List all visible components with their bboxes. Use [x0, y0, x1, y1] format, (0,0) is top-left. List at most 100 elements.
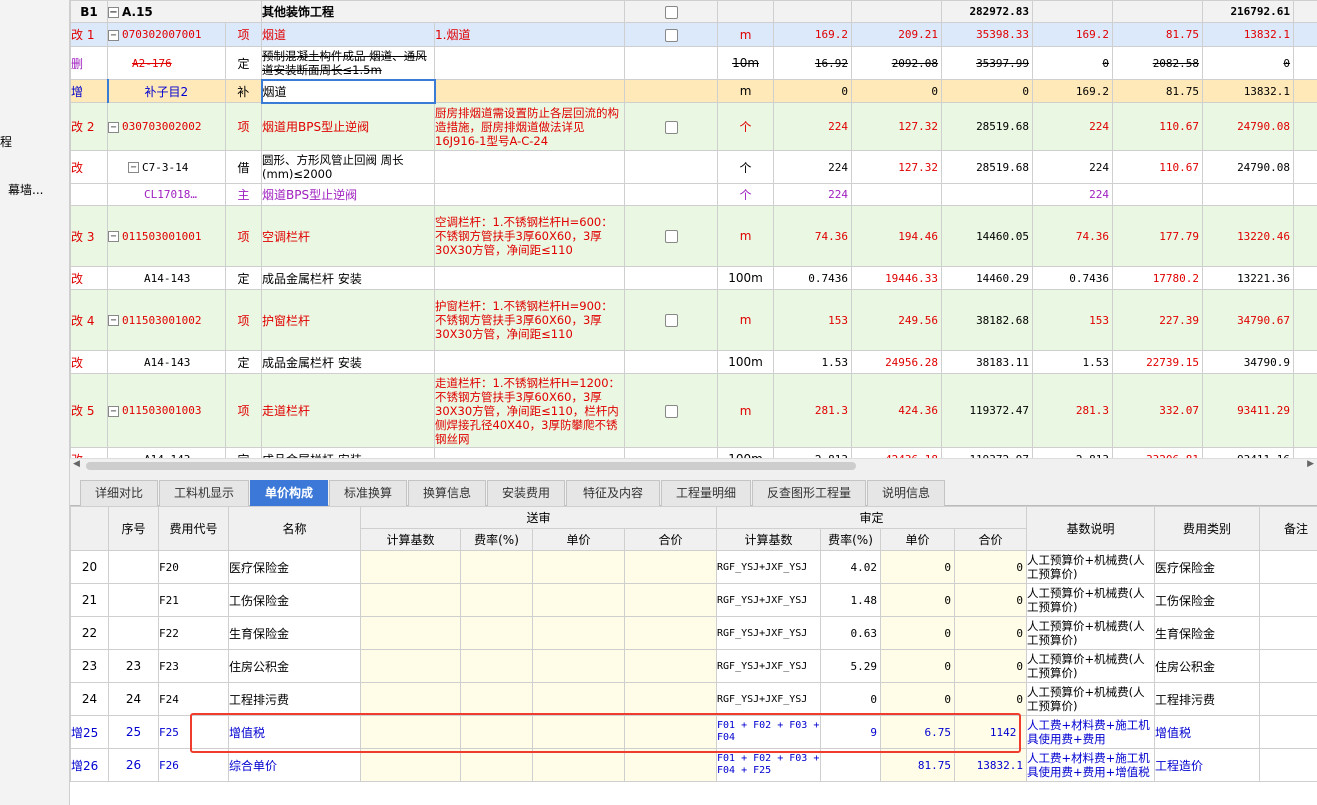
scroll-right-icon[interactable]: ▶ [1307, 459, 1314, 469]
item-name: 护窗栏杆 [261, 289, 436, 351]
row-number: 21 [70, 583, 109, 617]
table-row[interactable]: 24 24 F24 工程排污费 RGF_YSJ+JXF_YSJ 0 0 0 人工… [70, 682, 1317, 716]
left-panel-item[interactable]: 程 [0, 133, 12, 150]
send-base-cell[interactable] [360, 649, 461, 683]
table-row[interactable]: 改 5 −011503001003 项 走道栏杆 走道栏杆：1.不锈钢栏杆H=1… [70, 373, 1317, 448]
send-base-cell[interactable] [360, 715, 461, 749]
tab-description[interactable]: 说明信息 [867, 480, 945, 506]
audit-base[interactable]: RGF_YSJ+JXF_YSJ [716, 682, 822, 716]
table-row[interactable]: 改 A14-143 定 成品金属栏杆 安装 100m 0.7436 19446.… [70, 266, 1317, 290]
table-row[interactable]: 改 A14-143 定 成品金属栏杆 安装 100m 2.813 42436.1… [70, 447, 1317, 458]
table-row[interactable]: 增26 26 F26 综合单价 F01 + F02 + F03 + F04 + … [70, 748, 1317, 782]
table-row[interactable]: 20 F20 医疗保险金 RGF_YSJ+JXF_YSJ 4.02 0 0 人工… [70, 550, 1317, 584]
send-price-cell [532, 616, 625, 650]
send-rate-cell[interactable] [460, 748, 533, 782]
send-rate-cell[interactable] [460, 649, 533, 683]
table-row[interactable]: 23 23 F23 住房公积金 RGF_YSJ+JXF_YSJ 5.29 0 0… [70, 649, 1317, 683]
table-row[interactable]: 增25 25 F25 增值税 F01 + F02 + F03 + F04 9 6… [70, 715, 1317, 749]
fee-code: F24 [158, 682, 229, 716]
table-row[interactable]: 删 A2-176 定 预制混凝土构件成品 烟道、通风道安装断面周长≤1.5m 1… [70, 46, 1317, 80]
collapse-icon[interactable]: − [108, 231, 119, 242]
item-name: 烟道BPS型止逆阀 [261, 183, 436, 206]
audit-rate[interactable]: 0 [820, 682, 882, 716]
section-checkbox[interactable] [664, 5, 678, 19]
section-total-audit: 216792.61 [1202, 0, 1295, 23]
tab-reverse-lookup[interactable]: 反查图形工程量 [752, 480, 866, 506]
send-rate-cell[interactable] [460, 715, 533, 749]
item-name-editor[interactable]: 烟道 [260, 78, 436, 104]
send-quantity: 224 [773, 150, 853, 184]
collapse-icon[interactable]: − [108, 6, 119, 18]
table-row[interactable]: CL17018… 主 烟道BPS型止逆阀 个 224 224 [70, 183, 1317, 206]
item-feature: 空调栏杆：1.不锈钢栏杆H=600：不锈钢方管扶手3厚60X60，3厚30X30… [434, 205, 626, 267]
row-number: 22 [70, 616, 109, 650]
send-total: 119372.47 [941, 373, 1034, 448]
row-checkbox[interactable] [664, 404, 678, 418]
audit-rate[interactable]: 5.29 [820, 649, 882, 683]
table-row[interactable]: 改 3 −011503001001 项 空调栏杆 空调栏杆：1.不锈钢栏杆H=6… [70, 205, 1317, 267]
audit-rate[interactable]: 4.02 [820, 550, 882, 584]
table-row[interactable]: 改 − C7-3-14 借 圆形、方形风管止回阀 周长(mm)≤2000 个 22… [70, 150, 1317, 184]
audit-base[interactable]: F01 + F02 + F03 + F04 + F25 [716, 748, 822, 782]
audit-rate[interactable] [820, 748, 882, 782]
table-row[interactable]: 改 4 −011503001002 项 护窗栏杆 护窗栏杆：1.不锈钢栏杆H=9… [70, 289, 1317, 351]
tab-labor-material[interactable]: 工料机显示 [159, 480, 249, 506]
fee-code: F23 [158, 649, 229, 683]
scrollbar-thumb[interactable] [86, 462, 856, 470]
table-row[interactable]: 22 F22 生育保险金 RGF_YSJ+JXF_YSJ 0.63 0 0 人工… [70, 616, 1317, 650]
tab-quantity-detail[interactable]: 工程量明细 [661, 480, 751, 506]
tab-unit-price[interactable]: 单价构成 [250, 480, 328, 506]
audit-base[interactable]: F01 + F02 + F03 + F04 [716, 715, 822, 749]
tab-install-cost[interactable]: 安装费用 [487, 480, 565, 506]
scroll-left-icon[interactable]: ◀ [73, 459, 80, 469]
audit-rate[interactable]: 9 [820, 715, 882, 749]
audit-rate[interactable]: 1.48 [820, 583, 882, 617]
tab-conversion-info[interactable]: 换算信息 [408, 480, 486, 506]
audit-price: 0 [880, 550, 956, 584]
tab-standard-conversion[interactable]: 标准换算 [329, 480, 407, 506]
collapse-icon[interactable]: − [108, 405, 119, 417]
tab-detail-compare[interactable]: 详细对比 [80, 480, 158, 506]
send-base-cell[interactable] [360, 682, 461, 716]
table-row[interactable]: 改 1 −070302007001 项 烟道 1.烟道 m 169.2 209.… [70, 22, 1317, 47]
horizontal-scrollbar[interactable]: ◀ ▶ [70, 458, 1317, 472]
base-description: 人工预算价+机械费(人工预算价) [1026, 583, 1156, 617]
send-base-cell[interactable] [360, 616, 461, 650]
fee-category: 工程造价 [1154, 748, 1261, 782]
row-checkbox[interactable] [664, 230, 678, 243]
audit-base[interactable]: RGF_YSJ+JXF_YSJ [716, 616, 822, 650]
item-type: 项 [224, 102, 263, 151]
send-total-cell [623, 616, 718, 650]
tab-features[interactable]: 特征及内容 [566, 480, 660, 506]
collapse-icon[interactable]: − [108, 29, 119, 41]
send-total: 28519.68 [941, 150, 1034, 184]
table-row[interactable]: 改 2 −030703002002 项 烟道用BPS型止逆阀 厨房排烟道需设置防… [70, 102, 1317, 151]
table-row[interactable]: 增 补子目2 补 烟道 m 0 0 0 169.2 81.75 13832.1 [70, 78, 1317, 104]
audit-rate[interactable]: 0.63 [820, 616, 882, 650]
send-base-cell[interactable] [360, 550, 461, 584]
item-unit: 个 [717, 102, 775, 151]
send-rate-cell[interactable] [460, 583, 533, 617]
audit-total: 0 [954, 649, 1028, 683]
audit-price: 177.79 [1112, 205, 1204, 267]
audit-base[interactable]: RGF_YSJ+JXF_YSJ [716, 550, 822, 584]
collapse-icon[interactable]: − [108, 315, 119, 326]
audit-base[interactable]: RGF_YSJ+JXF_YSJ [716, 583, 822, 617]
row-checkbox[interactable] [664, 314, 678, 327]
table-row[interactable]: 改 A14-143 定 成品金属栏杆 安装 100m 1.53 24956.28… [70, 350, 1317, 374]
audit-base[interactable]: RGF_YSJ+JXF_YSJ [716, 649, 822, 683]
send-base-cell[interactable] [360, 748, 461, 782]
row-number: 2 [86, 120, 95, 134]
send-rate-cell[interactable] [460, 550, 533, 584]
collapse-icon[interactable]: − [128, 162, 139, 173]
table-row[interactable]: 21 F21 工伤保险金 RGF_YSJ+JXF_YSJ 1.48 0 0 人工… [70, 583, 1317, 617]
row-checkbox[interactable] [664, 28, 678, 42]
section-row[interactable]: B1 − A.15 其他装饰工程 282972.83 216792.61 [70, 0, 1317, 23]
send-rate-cell[interactable] [460, 616, 533, 650]
collapse-icon[interactable]: − [108, 121, 119, 133]
left-panel-item[interactable]: 幕墙... [8, 181, 43, 198]
send-base-cell[interactable] [360, 583, 461, 617]
unit-price-grid: 序号 费用代号 名称 送审 审定 基数说明 费用类别 备注 计算基数 费率(%)… [70, 506, 1317, 805]
row-checkbox[interactable] [664, 120, 678, 134]
send-rate-cell[interactable] [460, 682, 533, 716]
